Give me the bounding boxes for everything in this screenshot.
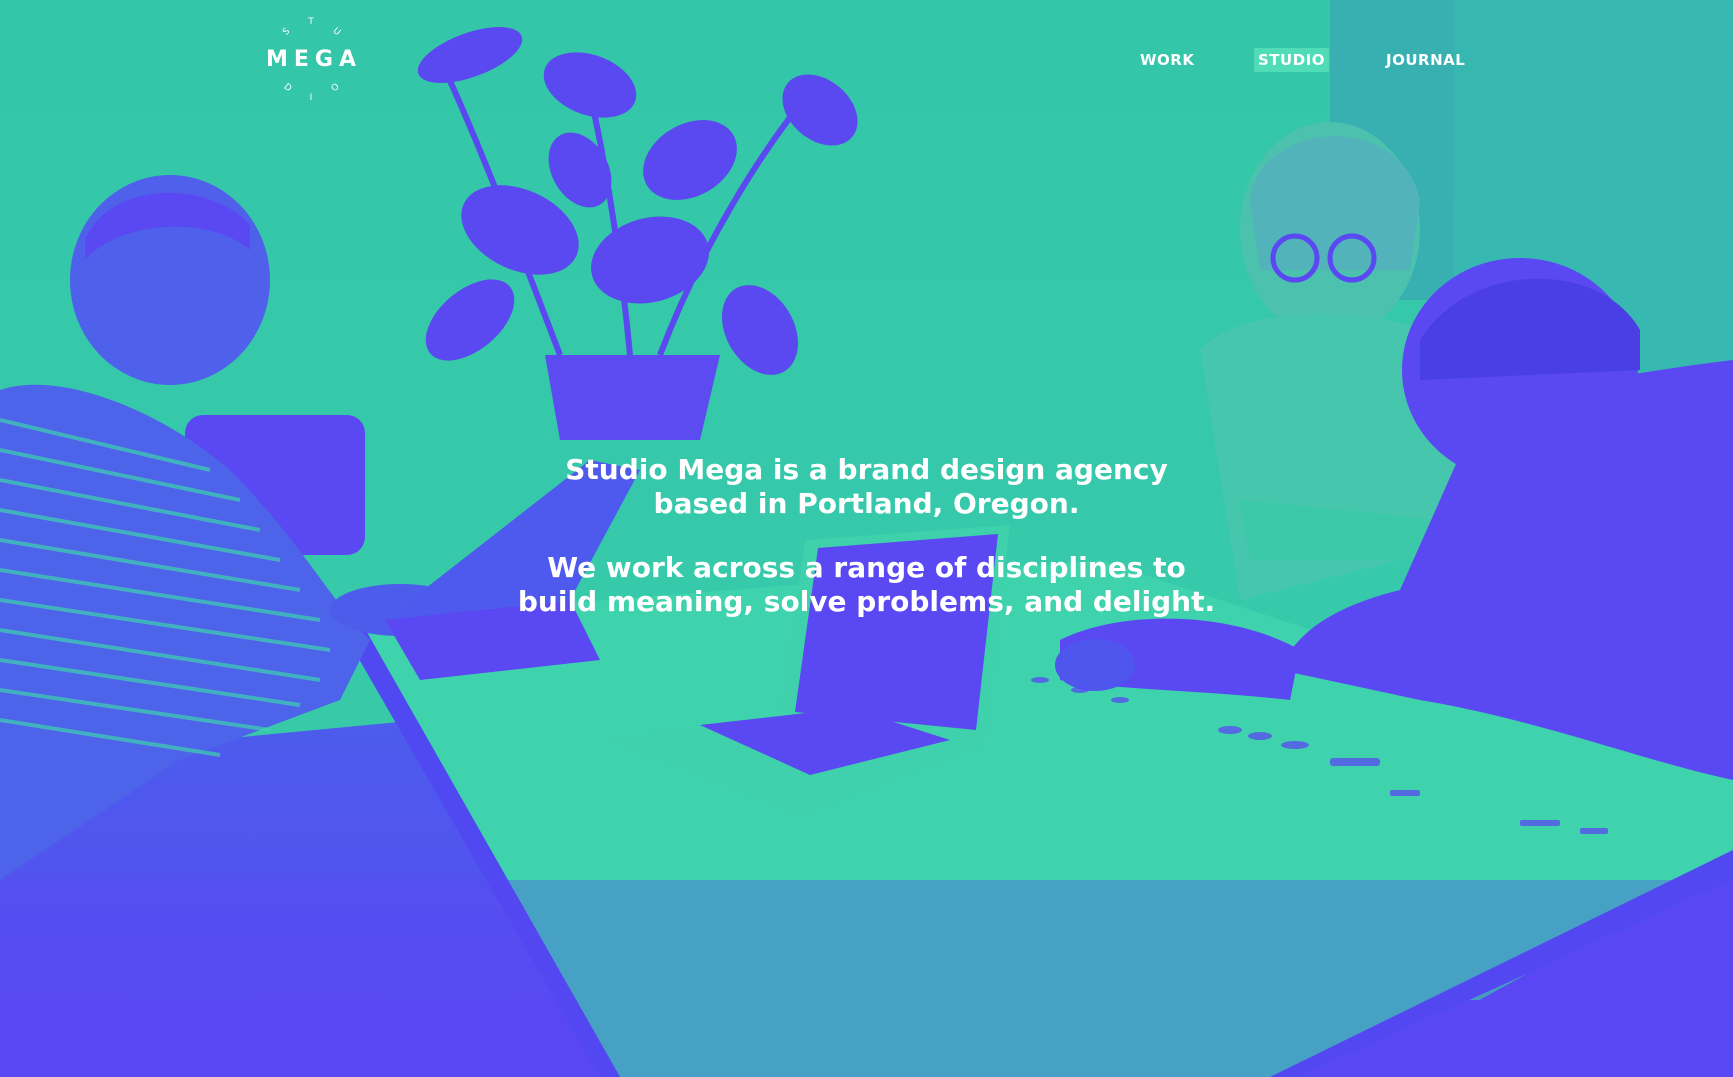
logo-ring-letter: S <box>281 26 293 38</box>
intro-paragraph: We work across a range of disciplines to… <box>460 551 1273 619</box>
nav-studio-link[interactable]: STUDIO <box>1254 48 1329 72</box>
logo-ring-letter: T <box>308 17 314 27</box>
logo-ring-letter: D <box>281 82 294 95</box>
site-header: S T U MEGA D I O WORK STUDIO JOURNAL <box>0 0 1733 120</box>
nav-work-link[interactable]: WORK <box>1140 48 1194 72</box>
nav-journal-link[interactable]: JOURNAL <box>1386 48 1465 72</box>
intro-line: based in Portland, Oregon. <box>653 487 1080 520</box>
intro-line: Studio Mega is a brand design agency <box>565 453 1168 486</box>
studio-page: S T U MEGA D I O WORK STUDIO JOURNAL Stu… <box>0 0 1733 1077</box>
intro-line: build meaning, solve problems, and delig… <box>517 585 1216 618</box>
intro-paragraph: Studio Mega is a brand design agency bas… <box>460 453 1273 521</box>
logo-ring-letter: I <box>309 93 313 103</box>
main-nav: WORK STUDIO JOURNAL <box>0 48 1733 74</box>
logo-ring-letter: U <box>330 26 343 39</box>
studio-intro: Studio Mega is a brand design agency bas… <box>460 453 1273 619</box>
logo-ring-letter: O <box>329 82 342 95</box>
intro-line: We work across a range of disciplines to <box>547 551 1186 584</box>
